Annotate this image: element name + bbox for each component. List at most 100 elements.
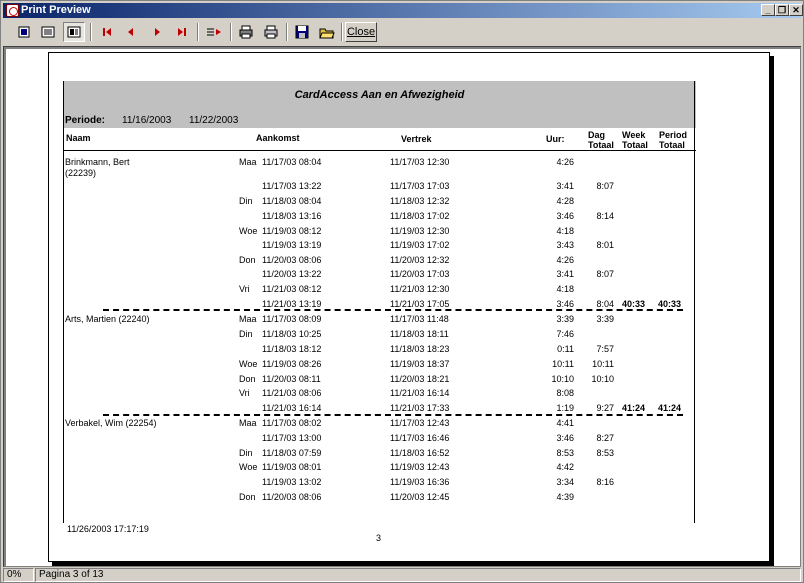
row-uur: 4:26 (556, 255, 574, 265)
row-aankomst: 11/17/03 13:22 (262, 181, 322, 191)
row-uur: 4:41 (556, 418, 574, 428)
col-period-totaal: Period Totaal (659, 130, 688, 150)
multi-page-button[interactable] (37, 22, 59, 42)
row-uur: 7:46 (556, 329, 574, 339)
row-dag-totaal: 9:27 (596, 403, 614, 413)
print-button[interactable] (260, 22, 282, 42)
zoom-button[interactable] (63, 22, 85, 42)
preview-viewport[interactable]: CardAccess Aan en Afwezigheid Periode: 1… (6, 49, 800, 566)
row-aankomst: 11/20/03 08:06 (262, 255, 322, 265)
row-uur: 3:46 (556, 211, 574, 221)
row-dag-totaal: 7:57 (596, 344, 614, 354)
row-vertrek: 11/19/03 16:36 (390, 477, 450, 487)
zoom-icon (67, 26, 81, 38)
row-name-id: (22239) (65, 168, 97, 178)
row-aankomst: 11/18/03 10:25 (262, 329, 322, 339)
row-aankomst: 11/17/03 08:04 (262, 157, 322, 167)
row-aankomst: 11/18/03 08:04 (262, 196, 322, 206)
title-bar[interactable]: Print Preview _ ❐ ✕ (3, 3, 803, 18)
row-uur: 8:53 (556, 448, 574, 458)
row-uur: 3:39 (556, 314, 574, 324)
status-bar: 0% Pagina 3 of 13 (3, 568, 801, 582)
row-day: Woe (239, 462, 258, 472)
row-day: Maa (239, 157, 257, 167)
row-aankomst: 11/20/03 08:11 (262, 374, 321, 384)
window-title: Print Preview (21, 4, 91, 16)
row-name: Brinkmann, Bert (65, 157, 130, 167)
save-icon (295, 25, 309, 39)
next-page-icon (155, 28, 160, 36)
col-vertrek: Vertrek (401, 134, 432, 144)
row-day: Maa (239, 314, 257, 324)
row-aankomst: 11/20/03 08:06 (262, 492, 322, 502)
toolbar: Close (3, 20, 801, 45)
status-page: Pagina 3 of 13 (35, 568, 801, 582)
row-uur: 8:08 (556, 388, 574, 398)
row-aankomst: 11/18/03 18:12 (262, 344, 322, 354)
row-uur: 3:41 (556, 269, 574, 279)
row-vertrek: 11/17/03 12:43 (390, 418, 450, 428)
single-page-icon (18, 26, 30, 38)
close-button[interactable]: Close (345, 22, 377, 42)
row-uur: 4:28 (556, 196, 574, 206)
col-uur: Uur: (546, 134, 565, 144)
row-aankomst: 11/20/03 13:22 (262, 269, 322, 279)
col-naam: Naam (66, 133, 91, 143)
last-page-icon (178, 28, 186, 36)
row-uur: 1:19 (556, 403, 574, 413)
minimize-button[interactable]: _ (761, 4, 775, 16)
goto-page-icon (207, 28, 221, 36)
row-vertrek: 11/18/03 18:11 (390, 329, 449, 339)
print-preview-window: Print Preview _ ❐ ✕ Close CardAccess Aan… (0, 0, 804, 583)
single-page-button[interactable] (13, 22, 35, 42)
status-zoom: 0% (3, 568, 34, 582)
open-button[interactable] (316, 22, 338, 42)
periode-from: 11/16/2003 (122, 115, 172, 126)
row-dag-totaal: 8:01 (596, 240, 614, 250)
prev-page-button[interactable] (120, 22, 142, 42)
save-button[interactable] (291, 22, 313, 42)
row-aankomst: 11/18/03 13:16 (262, 211, 322, 221)
maximize-button[interactable]: ❐ (775, 4, 789, 16)
col-week-totaal: Week Totaal (622, 130, 648, 150)
row-vertrek: 11/20/03 12:32 (390, 255, 450, 265)
row-day: Don (239, 492, 256, 502)
row-aankomst: 11/19/03 08:01 (262, 462, 322, 472)
row-day: Woe (239, 359, 258, 369)
print-icon (264, 25, 278, 39)
row-dag-totaal: 8:14 (596, 211, 614, 221)
row-day: Don (239, 374, 256, 384)
col-dag-totaal: Dag Totaal (588, 130, 614, 150)
close-button-label: Close (346, 26, 376, 38)
row-day: Maa (239, 418, 257, 428)
row-dag-totaal: 8:53 (596, 448, 614, 458)
row-uur: 4:18 (556, 284, 574, 294)
row-period-totaal: 41:24 (657, 403, 681, 413)
row-uur: 4:26 (556, 157, 574, 167)
row-dag-totaal: 3:39 (596, 314, 614, 324)
row-day: Vri (239, 284, 250, 294)
row-uur: 4:42 (556, 462, 574, 472)
footer-page-number: 3 (376, 533, 382, 543)
row-aankomst: 11/19/03 08:12 (262, 226, 322, 236)
row-week-totaal: 41:24 (621, 403, 645, 413)
next-page-button[interactable] (146, 22, 168, 42)
first-page-button[interactable] (96, 22, 118, 42)
row-aankomst: 11/17/03 08:09 (262, 314, 322, 324)
preview-area[interactable]: CardAccess Aan en Afwezigheid Periode: 1… (3, 46, 801, 567)
last-page-button[interactable] (171, 22, 193, 42)
row-vertrek: 11/17/03 11:48 (390, 314, 449, 324)
periode-label: Periode: (65, 115, 106, 126)
row-dag-totaal: 10:11 (592, 359, 614, 369)
row-vertrek: 11/18/03 16:52 (390, 448, 450, 458)
multi-page-icon (41, 26, 55, 38)
goto-page-button[interactable] (203, 22, 225, 42)
row-vertrek: 11/21/03 12:30 (390, 284, 450, 294)
app-icon (6, 4, 19, 17)
row-vertrek: 11/20/03 12:45 (390, 492, 450, 502)
close-window-button[interactable]: ✕ (789, 4, 803, 16)
print-setup-button[interactable] (235, 22, 257, 42)
row-dag-totaal: 8:07 (596, 269, 614, 279)
row-uur: 3:41 (556, 181, 574, 191)
row-aankomst: 11/21/03 16:14 (262, 403, 322, 413)
